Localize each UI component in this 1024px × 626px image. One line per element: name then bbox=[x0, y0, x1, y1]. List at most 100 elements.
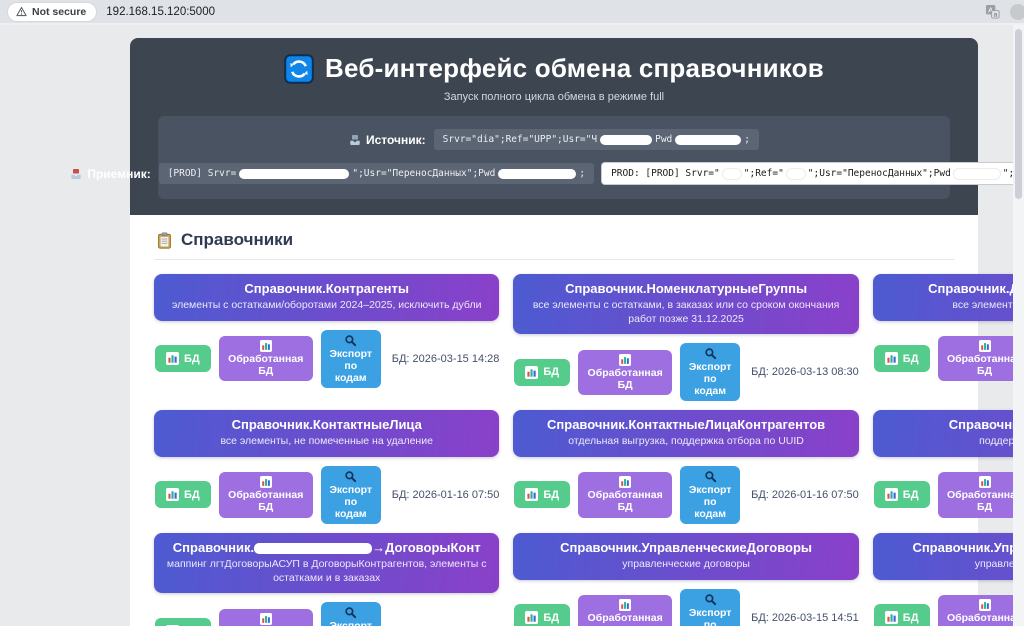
directory-card: Справочник. →ДоговорыКонт маппинг лгтДого… bbox=[154, 533, 500, 626]
scrollbar-thumb[interactable] bbox=[1015, 29, 1022, 199]
directory-card-header: Справочник.Контрагенты элементы с остатк… bbox=[154, 274, 500, 321]
directory-subtitle: управленческие этапы работ bbox=[974, 557, 1024, 570]
directory-title: Справочник.НоменклатурныеГруппы bbox=[565, 281, 808, 296]
not-secure-label: Not secure bbox=[32, 5, 87, 18]
receiver-tray-icon bbox=[71, 168, 82, 179]
page-header: Веб-интерфейс обмена справочников Запуск… bbox=[71, 38, 1024, 215]
directory-card: Справочник.НоменклатурныеГруппы все элем… bbox=[513, 274, 859, 402]
processed-db-button[interactable]: Обработанная БД bbox=[218, 472, 313, 518]
bar-chart-icon bbox=[884, 488, 898, 502]
translate-icon[interactable]: Aa bbox=[985, 4, 1000, 19]
directory-subtitle: поддержка отбора по UUID bbox=[979, 435, 1024, 448]
url-text[interactable]: 192.168.15.120:5000 bbox=[106, 6, 215, 18]
directory-card-header: Справочник. →ДоговорыКонт маппинг лгтДого… bbox=[154, 533, 500, 594]
processed-db-button[interactable]: Обработанная БД bbox=[218, 608, 313, 626]
bar-chart-icon bbox=[978, 476, 991, 489]
section-heading: Справочники bbox=[181, 230, 294, 249]
bar-chart-icon bbox=[884, 611, 898, 625]
processed-db-button[interactable]: Обработанная БД bbox=[578, 472, 673, 518]
magnifier-icon bbox=[345, 334, 357, 346]
card-actions: БД Обработанная БД Экспорт по кодам БД: … bbox=[154, 329, 499, 388]
page-subtitle: Запуск полного цикла обмена в режиме ful… bbox=[443, 91, 665, 103]
directory-card-header: Справочник. поддержка отбора по UUID bbox=[872, 410, 1024, 457]
export-by-codes-button[interactable]: Экспорт по кодам bbox=[680, 588, 741, 626]
directory-title: Справочник.ДоговорыКонтрагентов bbox=[928, 281, 1024, 296]
card-actions: БД Обработанная БД Экспорт по кодам БД: … bbox=[873, 589, 1024, 626]
db-button[interactable]: БД bbox=[155, 617, 211, 626]
bar-chart-icon bbox=[259, 340, 272, 353]
directory-card: Справочник. поддержка отбора по UUID БД … bbox=[872, 410, 1024, 524]
directory-card-header: Справочник.КонтактныеЛицаКонтрагентов от… bbox=[513, 410, 859, 457]
magnifier-icon bbox=[704, 471, 716, 483]
export-by-codes-button[interactable]: Экспорт по кодам bbox=[320, 329, 381, 388]
profile-avatar-partial[interactable] bbox=[1010, 3, 1024, 20]
directory-card-header: Справочник.КонтактныеЛица все элементы, … bbox=[154, 410, 500, 457]
bar-chart-icon bbox=[884, 352, 898, 366]
card-actions: БД Обработанная БД Экспорт по кодам БД: … bbox=[513, 465, 859, 525]
db-timestamp: БД: 2026-03-13 08:30 bbox=[751, 366, 859, 379]
bar-chart-icon bbox=[619, 599, 632, 612]
svg-text:a: a bbox=[993, 12, 997, 19]
page-title: Веб-интерфейс обмена справочников bbox=[325, 53, 824, 83]
receiver-select[interactable]: PROD: [PROD] Srvr=" ";Ref=" ";Usr="Перенос… bbox=[602, 163, 1024, 184]
not-secure-badge[interactable]: Not secure bbox=[8, 2, 97, 21]
redaction-blob bbox=[675, 134, 742, 145]
db-button[interactable]: БД bbox=[873, 604, 930, 626]
bar-chart-icon bbox=[525, 365, 539, 379]
directory-card: Справочник.УправленческиеДоговоры управл… bbox=[513, 533, 859, 626]
bar-chart-icon bbox=[259, 476, 272, 489]
directory-subtitle: управленческие договоры bbox=[622, 557, 750, 570]
db-button[interactable]: БД bbox=[514, 481, 571, 509]
directory-subtitle: отдельная выгрузка, поддержка отбора по … bbox=[568, 435, 804, 448]
processed-db-button[interactable]: Обработанная БД bbox=[578, 595, 673, 626]
db-button[interactable]: БД bbox=[873, 345, 930, 373]
processed-db-button[interactable]: Обработанная БД bbox=[937, 336, 1024, 382]
source-label: Источник: bbox=[366, 132, 426, 147]
directory-card: Справочник.КонтактныеЛица все элементы, … bbox=[154, 410, 500, 525]
card-actions: БД Обработанная БД Экспорт по кодам БД: … bbox=[873, 466, 1024, 524]
directory-title: Справочник. bbox=[948, 417, 1024, 433]
db-button[interactable]: БД bbox=[873, 481, 930, 509]
magnifier-icon bbox=[345, 471, 357, 483]
card-actions: БД Обработанная БД Экспорт по кодам БД: … bbox=[873, 330, 1024, 388]
directory-card: Справочник.УправленческиеЭтапыРабот упра… bbox=[872, 533, 1024, 626]
redaction-blob bbox=[498, 168, 577, 179]
bar-chart-icon bbox=[978, 599, 991, 612]
source-row: Источник: Srvr="dia";Ref="UPP";Usr="Ч Pwd… bbox=[174, 129, 934, 150]
db-button[interactable]: БД bbox=[155, 481, 211, 509]
db-button[interactable]: БД bbox=[155, 345, 211, 373]
browser-address-bar: Not secure 192.168.15.120:5000 Aa bbox=[0, 0, 1024, 25]
redaction-blob bbox=[722, 168, 741, 179]
processed-db-button[interactable]: Обработанная БД bbox=[937, 595, 1024, 626]
magnifier-icon bbox=[704, 593, 716, 605]
directory-card: Справочник.КонтактныеЛицаКонтрагентов от… bbox=[513, 410, 859, 525]
redaction-blob bbox=[239, 168, 350, 179]
processed-db-button[interactable]: Обработанная БД bbox=[218, 336, 313, 382]
section-heading-row: Справочники bbox=[154, 230, 954, 250]
export-by-codes-button[interactable]: Экспорт по кодам bbox=[680, 465, 741, 525]
redaction-blob bbox=[786, 168, 805, 179]
page-scrollbar[interactable] bbox=[1013, 25, 1024, 626]
bar-chart-icon bbox=[978, 340, 991, 353]
directory-subtitle: все элементы, не помеченные на удаление bbox=[220, 435, 433, 448]
directory-subtitle: все элементы с остатками и в заказах bbox=[952, 298, 1024, 311]
processed-db-button[interactable]: Обработанная БД bbox=[937, 472, 1024, 518]
card-actions: БД Обработанная БД Экспорт по кодам БД: … bbox=[513, 343, 859, 402]
directory-title: Справочник. →ДоговорыКонт bbox=[172, 540, 481, 556]
export-by-codes-button[interactable]: Экспорт по кодам bbox=[680, 343, 741, 402]
bar-chart-icon bbox=[619, 476, 632, 489]
db-timestamp: БД: 2026-01-16 07:50 bbox=[391, 488, 500, 501]
db-button[interactable]: БД bbox=[514, 358, 571, 386]
source-tray-icon bbox=[350, 134, 360, 145]
export-by-codes-button[interactable]: Экспорт по кодам bbox=[320, 602, 381, 626]
export-by-codes-button[interactable]: Экспорт по кодам bbox=[320, 465, 381, 525]
card-actions: БД Обработанная БД Экспорт по кодам БД: … bbox=[513, 588, 859, 626]
processed-db-button[interactable]: Обработанная БД bbox=[578, 349, 673, 395]
directory-title: Справочник.Контрагенты bbox=[244, 281, 409, 296]
db-button[interactable]: БД bbox=[514, 604, 571, 626]
receiver-connection-string: [PROD] Srvr= ";Usr="ПереносДанных";Pwd; bbox=[158, 163, 595, 184]
db-timestamp: БД: 2026-01-16 07:50 bbox=[751, 488, 859, 501]
source-label-wrap: Источник: bbox=[349, 133, 426, 147]
bar-chart-icon bbox=[259, 612, 272, 625]
directory-card-header: Справочник.НоменклатурныеГруппы все элем… bbox=[513, 274, 859, 335]
